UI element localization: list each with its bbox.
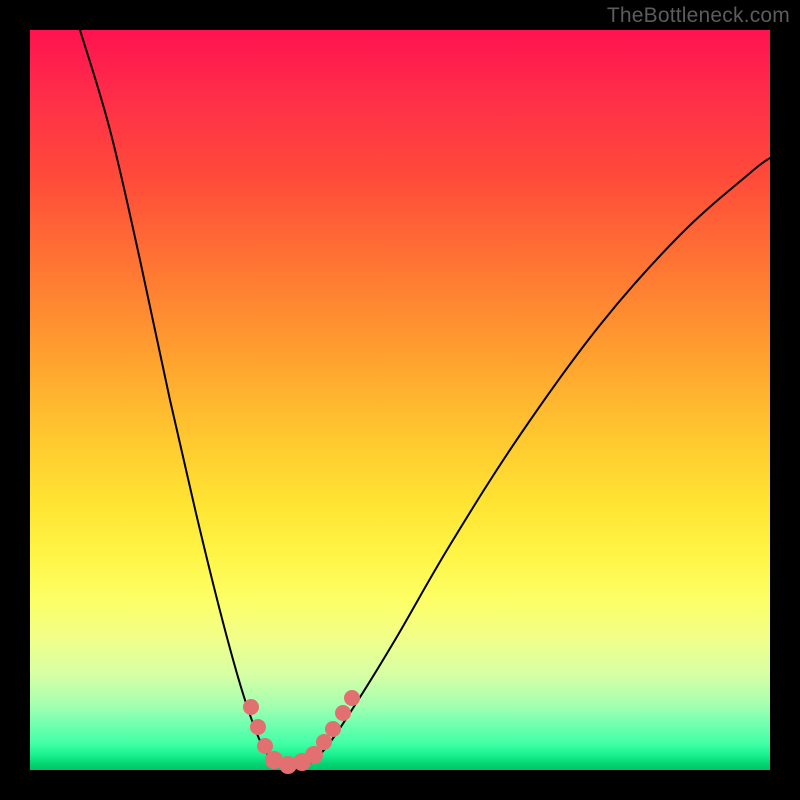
- marker-dot: [335, 705, 351, 721]
- plot-area: [30, 30, 770, 770]
- curve-svg: [30, 30, 770, 770]
- watermark-text: TheBottleneck.com: [607, 4, 790, 28]
- marker-dot: [250, 719, 266, 735]
- marker-dot: [325, 721, 341, 737]
- chart-frame: TheBottleneck.com: [0, 0, 800, 800]
- marker-dot: [243, 699, 259, 715]
- curve-left-branch: [80, 30, 292, 770]
- marker-dot: [305, 746, 323, 764]
- curve-right-branch: [292, 158, 770, 770]
- marker-dot: [344, 690, 360, 706]
- marker-dot: [257, 738, 273, 754]
